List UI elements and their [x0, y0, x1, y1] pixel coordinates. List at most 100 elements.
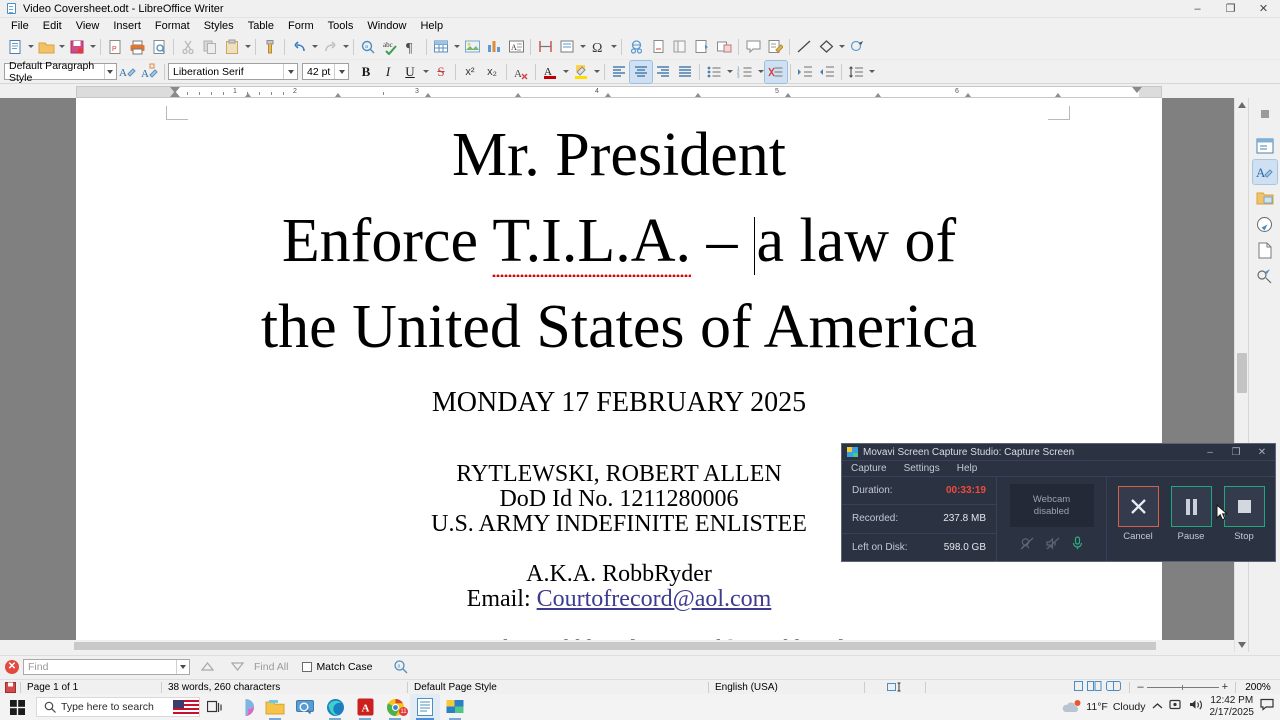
vertical-scrollbar[interactable] [1234, 98, 1248, 652]
spelling-icon[interactable]: abc [379, 36, 401, 58]
movavi-menu-capture[interactable]: Capture [851, 463, 887, 474]
find-and-replace-icon[interactable]: a [357, 36, 379, 58]
increase-indent-button[interactable] [794, 61, 816, 83]
font-name-combo[interactable]: Liberation Serif [168, 63, 298, 80]
sidebar-item-navigator[interactable] [1253, 212, 1277, 236]
file-explorer-icon[interactable] [260, 694, 290, 720]
find-all-button[interactable]: Find All [254, 661, 288, 673]
underline-dropdown-icon[interactable] [421, 61, 430, 83]
movavi-stop-action[interactable]: Stop [1216, 486, 1265, 542]
language-status[interactable]: English (USA) [709, 682, 864, 693]
save-status-icon[interactable] [0, 681, 20, 693]
cancel-button[interactable] [1117, 486, 1159, 527]
adobe-acrobat-icon[interactable]: A [350, 694, 380, 720]
track-changes-icon[interactable] [764, 36, 786, 58]
unordered-list-button[interactable] [703, 61, 725, 83]
font-color-dropdown-icon[interactable] [561, 61, 570, 83]
vertical-scroll-thumb[interactable] [1237, 353, 1247, 393]
minimize-button[interactable]: – [1181, 0, 1214, 18]
sidebar-settings-icon[interactable] [1253, 102, 1277, 126]
redo-dropdown-icon[interactable] [341, 36, 350, 58]
movavi-capture-window[interactable]: Movavi Screen Capture Studio: Capture Sc… [841, 443, 1276, 562]
movavi-minimize-button[interactable]: – [1197, 444, 1223, 461]
find-and-replace-dialog-icon[interactable]: a [390, 659, 412, 674]
movavi-pause-action[interactable]: Pause [1170, 486, 1212, 542]
align-justified-button[interactable] [674, 61, 696, 83]
match-case-checkbox[interactable] [302, 661, 313, 672]
cut-icon[interactable] [177, 36, 199, 58]
pause-button[interactable] [1170, 486, 1212, 527]
system-audio-muted-icon[interactable] [1046, 537, 1060, 555]
find-input[interactable]: Find [23, 658, 190, 675]
document-canvas[interactable]: Mr. President Enforce T.I.L.A. – a law o… [0, 98, 1248, 652]
single-page-view-icon[interactable] [1074, 680, 1084, 694]
menu-format[interactable]: Format [148, 19, 197, 33]
sidebar-item-styles[interactable]: A [1251, 159, 1278, 185]
menu-view[interactable]: View [69, 19, 107, 33]
menu-window[interactable]: Window [360, 19, 413, 33]
update-style-icon[interactable]: A [117, 61, 139, 83]
zoom-slider[interactable]: – + [1130, 681, 1235, 693]
menu-help[interactable]: Help [413, 19, 450, 33]
movavi-menu-settings[interactable]: Settings [904, 463, 940, 474]
menu-styles[interactable]: Styles [197, 19, 241, 33]
ordered-list-button[interactable]: 123 [734, 61, 756, 83]
align-right-button[interactable] [652, 61, 674, 83]
taskbar-search-box[interactable]: Type here to search [36, 697, 200, 717]
sidebar-item-page[interactable] [1253, 238, 1277, 262]
highlight-color-icon[interactable] [570, 61, 592, 83]
close-find-bar-icon[interactable]: ✕ [5, 659, 19, 674]
zoom-level[interactable]: 200% [1236, 682, 1280, 693]
insert-bookmark-icon[interactable] [691, 36, 713, 58]
undo-icon[interactable] [288, 36, 310, 58]
insert-chart-icon[interactable] [483, 36, 505, 58]
insert-field-dropdown-icon[interactable] [578, 36, 587, 58]
horizontal-ruler[interactable]: 1 2 3 4 5 6 [76, 86, 1162, 98]
page-break-icon[interactable] [534, 36, 556, 58]
save-dropdown-icon[interactable] [88, 36, 97, 58]
align-center-button[interactable] [629, 59, 653, 84]
show-draw-functions-icon[interactable] [846, 36, 868, 58]
horizontal-scroll-thumb[interactable] [74, 642, 1156, 650]
insert-endnote-icon[interactable] [669, 36, 691, 58]
volume-icon[interactable] [1189, 698, 1204, 716]
print-preview-icon[interactable] [148, 36, 170, 58]
taskbar-clock[interactable]: 12:42 PM 2/17/2025 [1210, 695, 1255, 719]
insert-cross-reference-icon[interactable] [713, 36, 735, 58]
special-character-icon[interactable]: Ω [587, 36, 609, 58]
movavi-menu-help[interactable]: Help [957, 463, 978, 474]
basic-shapes-dropdown-icon[interactable] [837, 36, 846, 58]
clear-formatting-icon[interactable]: A [510, 61, 532, 83]
document-text[interactable]: Mr. President Enforce T.I.L.A. – a law o… [76, 112, 1162, 652]
right-indent-marker[interactable] [1132, 87, 1142, 93]
italic-button[interactable]: I [377, 61, 399, 83]
open-dropdown-icon[interactable] [57, 36, 66, 58]
subscript-button[interactable]: x₂ [481, 61, 503, 83]
insert-field-icon[interactable] [556, 36, 578, 58]
menu-edit[interactable]: Edit [36, 19, 69, 33]
zoom-in-button[interactable]: + [1222, 681, 1228, 693]
zoom-out-button[interactable]: – [1137, 681, 1143, 693]
new-style-icon[interactable]: A [139, 61, 161, 83]
menu-table[interactable]: Table [241, 19, 281, 33]
align-left-button[interactable] [608, 61, 630, 83]
maximize-button[interactable]: ❐ [1214, 0, 1247, 18]
edge-browser-icon[interactable] [320, 694, 350, 720]
strikethrough-button[interactable]: S [430, 61, 452, 83]
find-history-dropdown-icon[interactable] [176, 659, 189, 674]
menu-file[interactable]: File [4, 19, 36, 33]
special-character-dropdown-icon[interactable] [609, 36, 618, 58]
find-next-icon[interactable] [224, 662, 250, 671]
sidebar-item-gallery[interactable] [1253, 186, 1277, 210]
highlight-color-dropdown-icon[interactable] [592, 61, 601, 83]
webcam-muted-icon[interactable] [1020, 537, 1034, 555]
selection-mode-icon[interactable] [865, 682, 925, 692]
insert-footnote-icon[interactable] [647, 36, 669, 58]
basic-shapes-icon[interactable] [815, 36, 837, 58]
microphone-icon[interactable] [1072, 536, 1083, 555]
insert-table-icon[interactable] [430, 36, 452, 58]
movavi-close-button[interactable]: ✕ [1249, 444, 1275, 461]
decrease-indent-button[interactable] [816, 61, 838, 83]
movavi-taskbar-icon[interactable] [440, 694, 470, 720]
find-previous-icon[interactable] [194, 662, 220, 671]
